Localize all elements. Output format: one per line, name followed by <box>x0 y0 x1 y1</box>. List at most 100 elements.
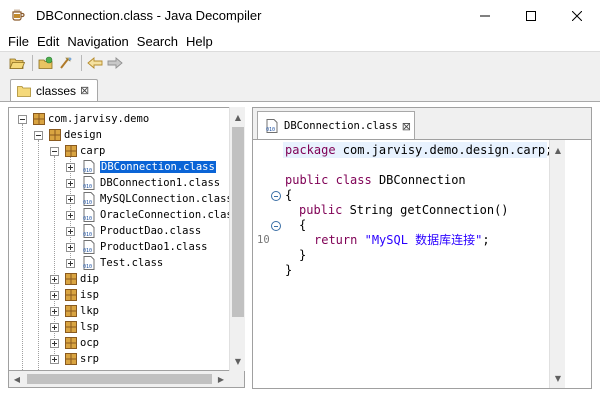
scroll-down-icon[interactable]: ▼ <box>230 353 246 369</box>
open-file-icon <box>9 58 25 69</box>
open-file-button[interactable] <box>8 54 26 72</box>
code-editor[interactable]: 10 package com.jarvisy.demo.design.carp;… <box>252 139 592 389</box>
tree-node-class[interactable]: 010 ProductDao.class <box>66 223 201 239</box>
search-button[interactable] <box>57 54 75 72</box>
code-line-package: package com.jarvisy.demo.design.carp; <box>285 143 552 158</box>
close-button[interactable] <box>554 0 600 31</box>
tree-node-label: lsp <box>80 321 99 333</box>
tree-node-root[interactable]: com.jarvisy.demo <box>18 111 149 127</box>
tree-node-label: ocp <box>80 337 99 349</box>
fold-collapse-icon[interactable] <box>271 221 281 231</box>
folder-icon <box>17 85 31 97</box>
expand-icon[interactable] <box>66 210 75 220</box>
scroll-right-icon[interactable]: ▶ <box>213 371 229 387</box>
tab-classes-close-icon[interactable]: ⊠ <box>80 84 89 97</box>
tree-line <box>22 124 23 370</box>
scroll-thumb[interactable] <box>27 374 212 384</box>
scroll-down-icon[interactable]: ▼ <box>550 370 566 386</box>
package-icon <box>65 353 77 365</box>
tree-node-package[interactable]: ocp <box>50 335 99 351</box>
forward-button[interactable] <box>106 54 124 72</box>
editor-tab-close-icon[interactable]: ⊠ <box>402 120 411 133</box>
tree-node-package[interactable]: lkp <box>50 303 99 319</box>
tree-node-package[interactable]: lsp <box>50 319 99 335</box>
menu-help[interactable]: Help <box>182 34 217 49</box>
class-file-icon: 010 <box>83 176 95 190</box>
menu-file[interactable]: File <box>4 34 33 49</box>
editor-vertical-scrollbar[interactable]: ▲ ▼ <box>549 140 565 388</box>
package-icon <box>49 129 61 141</box>
expand-icon[interactable] <box>66 162 75 172</box>
toolbar <box>0 51 600 73</box>
back-icon <box>87 56 103 69</box>
maximize-icon <box>526 10 536 21</box>
expand-icon[interactable] <box>50 338 59 348</box>
tree-vertical-scrollbar[interactable]: ▲ ▼ <box>229 107 245 371</box>
tree-node-label: OracleConnection.class <box>100 209 240 221</box>
maximize-button[interactable] <box>508 0 554 31</box>
tree-node-class[interactable]: 010 DBConnection.class <box>66 159 216 175</box>
class-file-icon: 010 <box>83 160 95 174</box>
tree-node-label: MySQLConnection.class <box>100 193 233 205</box>
fold-collapse-icon[interactable] <box>271 191 281 201</box>
menu-edit[interactable]: Edit <box>33 34 63 49</box>
editor-tab-label: DBConnection.class <box>284 120 398 132</box>
tree-node-class[interactable]: 010 MySQLConnection.class <box>66 191 233 207</box>
code-line-brace: { <box>285 188 293 202</box>
tree-node-class[interactable]: 010 ProductDao1.class <box>66 239 207 255</box>
expand-icon[interactable] <box>66 178 75 188</box>
tree-node-class[interactable]: 010 Test.class <box>66 255 163 271</box>
tree-node-label: lkp <box>80 305 99 317</box>
code-line-class-declaration: public class DBConnection <box>285 173 466 188</box>
code-line-brace: } <box>299 248 307 262</box>
expand-icon[interactable] <box>66 226 75 236</box>
tree-node-class[interactable]: 010 DBConnection1.class <box>66 175 220 191</box>
package-icon <box>65 145 77 157</box>
expand-icon[interactable] <box>50 354 59 364</box>
menu-navigation[interactable]: Navigation <box>63 34 132 49</box>
minimize-button[interactable] <box>462 0 508 31</box>
open-type-icon <box>38 56 53 69</box>
tree-node-class[interactable]: 010 OracleConnection.class <box>66 207 239 223</box>
keyword: package <box>285 143 336 157</box>
scroll-left-icon[interactable]: ◀ <box>9 371 25 387</box>
scroll-up-icon[interactable]: ▲ <box>550 142 566 158</box>
tree-horizontal-scrollbar[interactable]: ◀ ▶ <box>8 371 245 388</box>
expand-icon[interactable] <box>50 274 59 284</box>
tree-node-design[interactable]: design <box>34 127 102 143</box>
expand-icon[interactable] <box>66 258 75 268</box>
svg-text:010: 010 <box>83 232 92 238</box>
open-type-button[interactable] <box>37 54 55 72</box>
tree-node-carp[interactable]: carp <box>50 143 105 159</box>
collapse-icon[interactable] <box>18 114 27 124</box>
coffee-cup-icon <box>12 9 25 21</box>
menu-search[interactable]: Search <box>133 34 182 49</box>
collapse-icon[interactable] <box>34 130 43 140</box>
minimize-icon <box>480 15 490 16</box>
scroll-thumb[interactable] <box>232 127 244 317</box>
keyword: return <box>314 233 358 247</box>
code-text: com.jarvisy.demo.design.carp; <box>335 143 553 157</box>
tab-dbconnection-class[interactable]: 010 DBConnection.class ⊠ <box>257 111 415 140</box>
expand-icon[interactable] <box>66 194 75 204</box>
scroll-up-icon[interactable]: ▲ <box>230 109 246 125</box>
tree-node-label: dip <box>80 273 99 285</box>
code-line-method-declaration: public String getConnection() <box>299 203 509 218</box>
tree-node-package[interactable]: dip <box>50 271 99 287</box>
svg-text:010: 010 <box>83 216 92 222</box>
tab-classes[interactable]: classes ⊠ <box>10 79 98 101</box>
expand-icon[interactable] <box>50 306 59 316</box>
svg-text:010: 010 <box>83 168 92 174</box>
tree-node-package[interactable]: srp <box>50 351 99 367</box>
class-file-icon: 010 <box>266 119 278 133</box>
expand-icon[interactable] <box>50 290 59 300</box>
back-button[interactable] <box>86 54 104 72</box>
search-icon <box>60 57 72 69</box>
expand-icon[interactable] <box>66 242 75 252</box>
expand-icon[interactable] <box>50 322 59 332</box>
class-file-icon: 010 <box>83 224 95 238</box>
collapse-icon[interactable] <box>50 146 59 156</box>
class-file-icon: 010 <box>83 240 95 254</box>
package-icon <box>65 305 77 317</box>
tree-node-package[interactable]: isp <box>50 287 99 303</box>
